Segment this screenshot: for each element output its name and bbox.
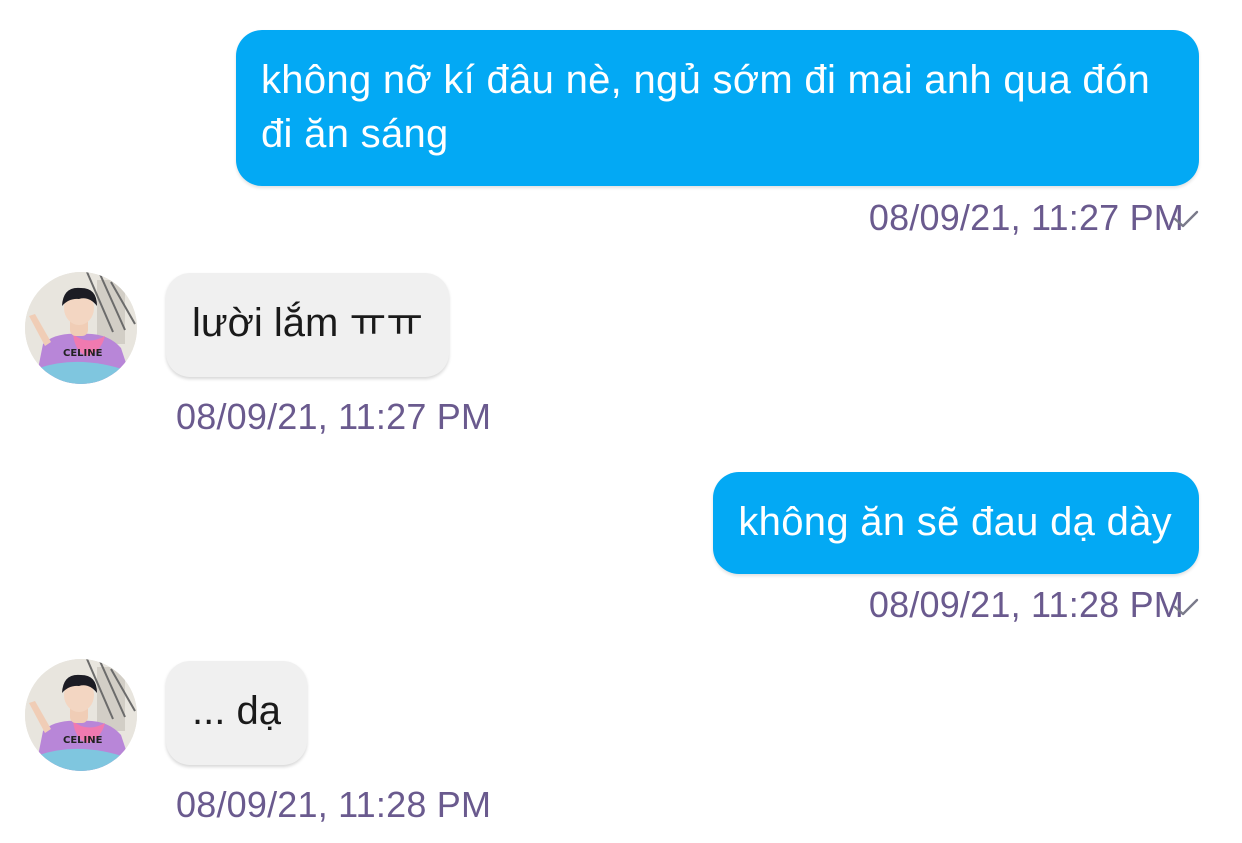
incoming-message-bubble[interactable]: ... dạ: [166, 661, 307, 765]
check-icon: [1173, 598, 1199, 616]
message-text: ... dạ: [192, 689, 281, 733]
contact-avatar[interactable]: CELINE: [25, 272, 137, 384]
message-timestamp: 08/09/21, 11:27 PM: [868, 197, 1184, 238]
check-icon: [1173, 210, 1199, 228]
outgoing-message-bubble[interactable]: không ăn sẽ đau dạ dày: [713, 472, 1199, 574]
message-timestamp: 08/09/21, 11:28 PM: [176, 784, 492, 825]
incoming-message-bubble[interactable]: lười lắm ㅠㅠ: [166, 273, 450, 377]
contact-avatar[interactable]: CELINE: [25, 659, 137, 771]
message-timestamp: 08/09/21, 11:27 PM: [176, 396, 492, 437]
shirt-text: CELINE: [63, 735, 103, 746]
outgoing-message-bubble[interactable]: không nỡ kí đâu nè, ngủ sớm đi mai anh q…: [236, 30, 1199, 186]
message-text: không ăn sẽ đau dạ dày: [738, 500, 1172, 544]
avatar-photo: CELINE: [25, 272, 137, 384]
message-text: không nỡ kí đâu nè, ngủ sớm đi mai anh q…: [261, 58, 1151, 156]
message-text: lười lắm ㅠㅠ: [192, 301, 424, 345]
avatar-photo: CELINE: [25, 659, 137, 771]
shirt-text: CELINE: [63, 348, 103, 359]
message-timestamp: 08/09/21, 11:28 PM: [868, 584, 1184, 625]
